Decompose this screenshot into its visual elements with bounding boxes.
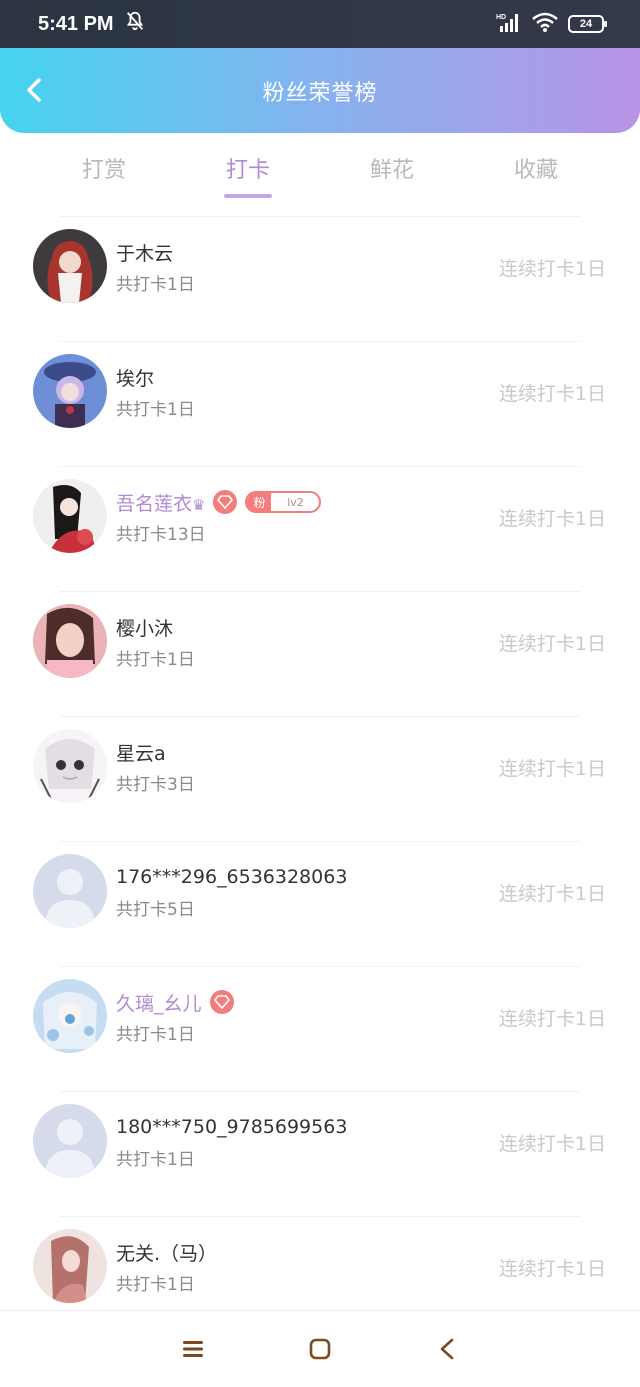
fan-name: 180***750_9785699563 (116, 1116, 348, 1138)
avatar[interactable] (33, 729, 107, 803)
streak-text: 连续打卡1日 (498, 883, 606, 905)
fan-level-badge: 粉 lv2 (245, 491, 322, 513)
avatar[interactable] (33, 1104, 107, 1178)
fan-info: 无关.（马） 共打卡1日 (116, 1238, 217, 1296)
fan-name: 吾名莲衣♛ (116, 489, 205, 516)
list-item[interactable]: 樱小沐 共打卡1日 连续打卡1日 (0, 591, 640, 716)
list-item[interactable]: 吾名莲衣♛ 粉 lv2 共打卡13日 连续打卡1日 (0, 466, 640, 591)
fan-info: 176***296_6536328063 共打卡5日 (116, 863, 347, 920)
fan-info: 星云a 共打卡3日 (116, 738, 195, 796)
home-square-icon (309, 1338, 331, 1360)
total-checkins: 共打卡1日 (116, 1025, 195, 1045)
name-line: 于木云 (116, 238, 195, 266)
fan-name: 久璃_幺儿 (116, 992, 202, 1015)
streak-text: 连续打卡1日 (498, 633, 606, 655)
signal-icon: HD (496, 12, 522, 36)
crown-icon: ♛ (192, 495, 206, 514)
fan-info: 樱小沐 共打卡1日 (116, 613, 195, 671)
total-checkins: 共打卡1日 (116, 275, 195, 295)
fan-info: 于木云 共打卡1日 (116, 238, 195, 296)
name-line: 埃尔 (116, 363, 195, 391)
battery-icon: 24 (568, 15, 607, 33)
total-checkins: 共打卡3日 (116, 775, 195, 795)
total-checkins: 共打卡1日 (116, 1150, 195, 1170)
status-bar: 5:41 PM HD 24 (0, 0, 640, 48)
name-line: 176***296_6536328063 (116, 863, 347, 891)
back-nav-button[interactable] (427, 1329, 467, 1369)
fan-list: 于木云 共打卡1日 连续打卡1日 埃尔 共打卡1日 连续打卡1日 吾名莲衣♛ 粉… (0, 216, 640, 1341)
list-item[interactable]: 176***296_6536328063 共打卡5日 连续打卡1日 (0, 841, 640, 966)
avatar[interactable] (33, 1229, 107, 1303)
fan-name: 无关.（马） (116, 1242, 218, 1265)
menu-icon (183, 1341, 204, 1357)
name-line: 久璃_幺儿 (116, 988, 234, 1016)
list-item[interactable]: 180***750_9785699563 共打卡1日 连续打卡1日 (0, 1091, 640, 1216)
total-checkins: 共打卡5日 (116, 900, 195, 920)
list-item[interactable]: 于木云 共打卡1日 连续打卡1日 (0, 216, 640, 341)
home-button[interactable] (300, 1329, 340, 1369)
tab-favorites[interactable]: 收藏 (464, 140, 608, 210)
status-right: HD 24 (496, 12, 607, 36)
status-left: 5:41 PM (38, 10, 146, 38)
fan-info: 久璃_幺儿 共打卡1日 (116, 988, 234, 1045)
mute-bell-icon (124, 10, 146, 38)
name-line: 吾名莲衣♛ 粉 lv2 (116, 488, 322, 516)
streak-text: 连续打卡1日 (498, 758, 606, 780)
fan-badge-label: 粉 (247, 493, 272, 511)
tab-flowers[interactable]: 鲜花 (320, 140, 464, 210)
name-line: 180***750_9785699563 (116, 1113, 347, 1141)
header-bar: 粉丝荣誉榜 (0, 48, 640, 133)
fan-name: 星云a (116, 742, 166, 765)
streak-text: 连续打卡1日 (498, 258, 606, 280)
fan-name: 176***296_6536328063 (116, 866, 348, 888)
total-checkins: 共打卡1日 (116, 400, 195, 420)
back-button[interactable] (18, 74, 50, 106)
status-time: 5:41 PM (38, 12, 114, 35)
diamond-icon (209, 990, 234, 1014)
avatar[interactable] (33, 979, 107, 1053)
fan-name: 于木云 (116, 242, 174, 265)
total-checkins: 共打卡1日 (116, 650, 195, 670)
total-checkins: 共打卡1日 (116, 1275, 195, 1295)
list-item[interactable]: 埃尔 共打卡1日 连续打卡1日 (0, 341, 640, 466)
list-item[interactable]: 星云a 共打卡3日 连续打卡1日 (0, 716, 640, 841)
avatar[interactable] (33, 229, 107, 303)
tab-bar: 打赏 打卡 鲜花 收藏 (0, 140, 640, 210)
streak-text: 连续打卡1日 (498, 1258, 606, 1280)
fan-name: 埃尔 (116, 367, 155, 390)
fan-name: 樱小沐 (116, 617, 174, 640)
list-item[interactable]: 久璃_幺儿 共打卡1日 连续打卡1日 (0, 966, 640, 1091)
streak-text: 连续打卡1日 (498, 1133, 606, 1155)
fan-info: 埃尔 共打卡1日 (116, 363, 195, 421)
avatar[interactable] (33, 479, 107, 553)
menu-button[interactable] (173, 1329, 213, 1369)
fan-badge-level: lv2 (287, 495, 304, 509)
name-line: 星云a (116, 738, 195, 766)
streak-text: 连续打卡1日 (498, 383, 606, 405)
avatar[interactable] (33, 854, 107, 928)
diamond-icon (213, 490, 238, 514)
avatar[interactable] (33, 354, 107, 428)
wifi-icon (532, 12, 558, 36)
streak-text: 连续打卡1日 (498, 1008, 606, 1030)
fan-info: 180***750_9785699563 共打卡1日 (116, 1113, 347, 1170)
streak-text: 连续打卡1日 (498, 508, 606, 530)
fan-name-text: 吾名莲衣 (116, 492, 193, 515)
name-line: 樱小沐 (116, 613, 195, 641)
total-checkins: 共打卡13日 (116, 525, 206, 545)
tab-reward[interactable]: 打赏 (32, 140, 176, 210)
avatar[interactable] (33, 604, 107, 678)
back-triangle-icon (440, 1338, 453, 1360)
fan-info: 吾名莲衣♛ 粉 lv2 共打卡13日 (116, 488, 322, 545)
tab-checkin[interactable]: 打卡 (176, 140, 320, 210)
page-title: 粉丝荣誉榜 (262, 80, 378, 106)
svg-text:HD: HD (496, 14, 506, 21)
back-arrow-icon (27, 78, 41, 102)
system-nav-bar (0, 1310, 640, 1387)
name-line: 无关.（马） (116, 1238, 217, 1266)
